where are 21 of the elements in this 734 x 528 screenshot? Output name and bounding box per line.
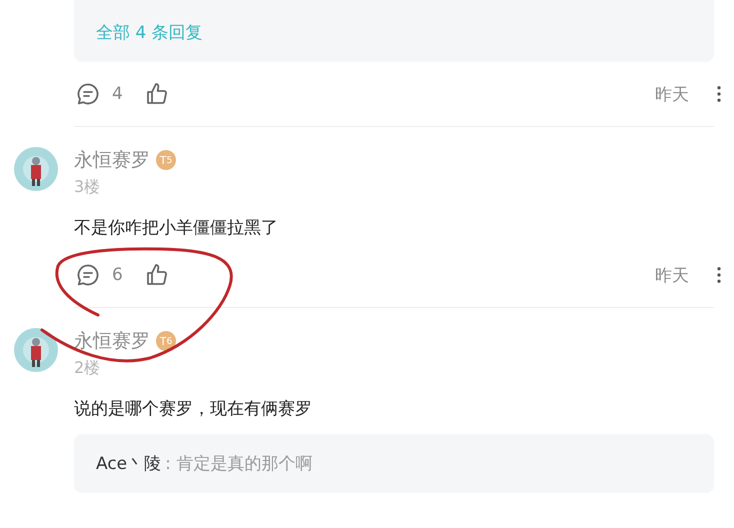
floor-number: 3楼 [74,177,102,198]
avatar[interactable] [14,147,58,191]
comment-icon[interactable] [76,82,100,106]
floor-number: 2楼 [74,358,102,379]
author-name[interactable]: 永恒赛罗 [74,147,150,173]
time-label: 昨天 [655,84,689,106]
more-options-icon[interactable] [717,267,721,283]
reply-author[interactable]: Ace丶陵 [96,454,162,474]
comment-text: 说的是哪个赛罗，现在有俩赛罗 [74,398,313,420]
comment-count: 4 [112,84,123,104]
more-options-icon[interactable] [717,86,721,102]
comment-text: 不是你咋把小羊僵僵拉黑了 [74,217,279,239]
comment-count: 6 [112,265,123,285]
all-replies-link[interactable]: 全部 4 条回复 [96,21,203,44]
comment-icon[interactable] [76,263,100,287]
thumbs-up-icon[interactable] [144,263,169,287]
time-label: 昨天 [655,264,689,286]
reply-text: : 肯定是真的那个啊 [165,454,312,474]
thumbs-up-icon[interactable] [144,82,169,106]
author-name[interactable]: 永恒赛罗 [74,328,150,354]
avatar[interactable] [14,328,58,372]
